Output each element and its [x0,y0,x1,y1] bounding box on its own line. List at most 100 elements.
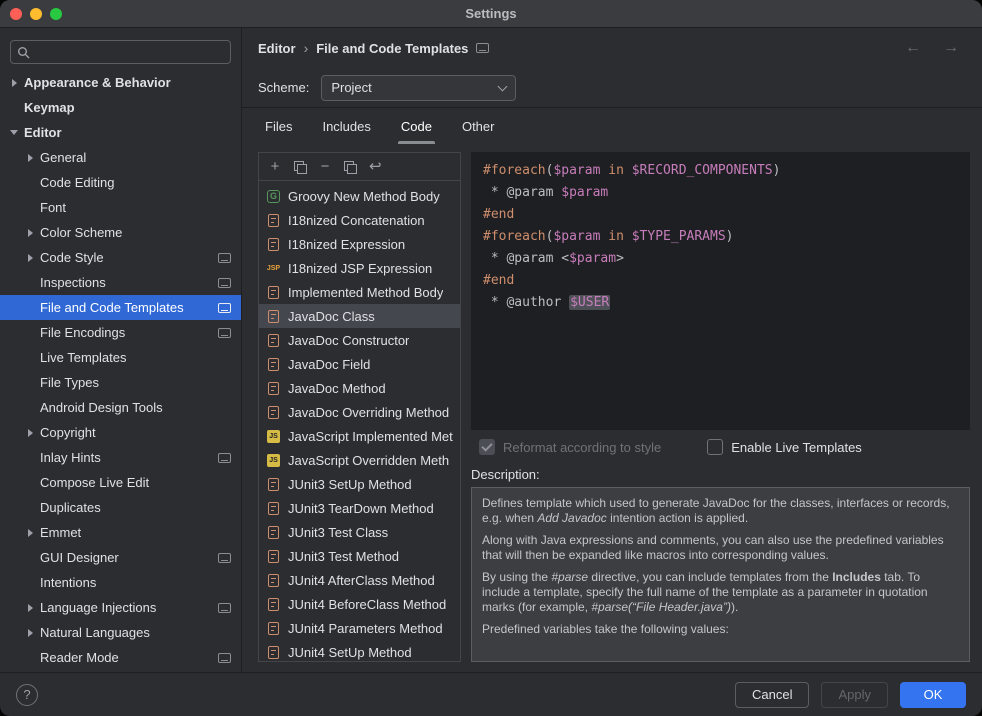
template-item-junit3-test-method[interactable]: JUnit3 Test Method [259,544,460,568]
description-body[interactable]: Defines template which used to generate … [471,487,970,662]
template-item-junit4-beforeclass-method[interactable]: JUnit4 BeforeClass Method [259,592,460,616]
template-item-javadoc-method[interactable]: JavaDoc Method [259,376,460,400]
reset-template-icon[interactable]: ↩ [369,159,382,174]
template-list-panel: + − ↩ GGroovy New Method Body I18nized Conc… [258,152,461,662]
template-item-i18nized-jsp-expression[interactable]: JSPI18nized JSP Expression [259,256,460,280]
template-item-label: I18nized Concatenation [288,213,425,228]
sidebar-item-keymap[interactable]: Keymap [0,95,241,120]
sidebar-item-gui-designer[interactable]: GUI Designer [0,545,241,570]
sidebar-item-language-injections[interactable]: Language Injections [0,595,241,620]
sidebar-item-emmet[interactable]: Emmet [0,520,241,545]
sidebar-item-live-templates[interactable]: Live Templates [0,345,241,370]
sidebar-item-code-editing[interactable]: Code Editing [0,170,241,195]
live-templates-option[interactable]: Enable Live Templates [707,439,862,455]
close-window-button[interactable] [10,8,22,20]
sidebar-item-label: Inspections [40,275,106,290]
template-item-label: JUnit4 SetUp Method [288,645,412,660]
minimize-window-button[interactable] [30,8,42,20]
sidebar-item-copyright[interactable]: Copyright [0,420,241,445]
sidebar-item-general[interactable]: General [0,145,241,170]
template-item-junit3-setup-method[interactable]: JUnit3 SetUp Method [259,472,460,496]
duplicate-template-icon[interactable] [344,161,356,173]
sidebar-item-duplicates[interactable]: Duplicates [0,495,241,520]
zoom-window-button[interactable] [50,8,62,20]
add-template-icon[interactable]: + [269,159,281,174]
sidebar-item-reader-mode[interactable]: Reader Mode [0,645,241,670]
sidebar-item-file-types[interactable]: File Types [0,370,241,395]
template-item-implemented-method-body[interactable]: Implemented Method Body [259,280,460,304]
template-item-junit4-parameters-method[interactable]: JUnit4 Parameters Method [259,616,460,640]
apply-button[interactable]: Apply [821,682,888,708]
sidebar-item-code-style[interactable]: Code Style [0,245,241,270]
template-item-label: JUnit3 Test Class [288,525,388,540]
template-list: GGroovy New Method Body I18nized Concaten… [259,181,460,661]
template-file-icon [266,405,281,419]
chevron-down-icon[interactable] [10,130,18,135]
template-item-groovy-new-method-body[interactable]: GGroovy New Method Body [259,184,460,208]
sidebar-item-inlay-hints[interactable]: Inlay Hints [0,445,241,470]
search-box[interactable] [10,40,231,64]
settings-window: Settings Appearance & BehaviorKeymapEdit… [0,0,982,716]
template-file-icon [266,621,281,635]
tab-files[interactable]: Files [252,108,305,144]
tab-includes[interactable]: Includes [309,108,383,144]
window-title: Settings [0,6,982,21]
template-item-junit4-setup-method[interactable]: JUnit4 SetUp Method [259,640,460,661]
ok-button[interactable]: OK [900,682,966,708]
template-item-javascript-overridden-meth[interactable]: JSJavaScript Overridden Meth [259,448,460,472]
reformat-checkbox[interactable] [479,439,495,455]
breadcrumb-current: File and Code Templates [316,41,468,56]
chevron-right-icon[interactable] [28,154,33,162]
template-item-javadoc-class[interactable]: JavaDoc Class [259,304,460,328]
sidebar-item-intentions[interactable]: Intentions [0,570,241,595]
template-file-icon [266,573,281,587]
jsp-file-icon: JSP [266,261,281,275]
remove-template-icon[interactable]: − [319,159,331,174]
template-item-junit3-teardown-method[interactable]: JUnit3 TearDown Method [259,496,460,520]
template-item-label: JUnit3 Test Method [288,549,399,564]
template-item-i18nized-concatenation[interactable]: I18nized Concatenation [259,208,460,232]
template-item-javascript-implemented-met[interactable]: JSJavaScript Implemented Met [259,424,460,448]
tab-other[interactable]: Other [449,108,508,144]
sidebar-item-label: Intentions [40,575,96,590]
sidebar-item-color-scheme[interactable]: Color Scheme [0,220,241,245]
chevron-right-icon[interactable] [28,629,33,637]
template-item-javadoc-constructor[interactable]: JavaDoc Constructor [259,328,460,352]
sidebar-item-font[interactable]: Font [0,195,241,220]
sidebar-item-natural-languages[interactable]: Natural Languages [0,620,241,645]
sidebar-item-label: Language Injections [40,600,156,615]
chevron-right-icon[interactable] [28,529,33,537]
search-input[interactable] [35,45,224,60]
chevron-right-icon[interactable] [28,604,33,612]
cancel-button[interactable]: Cancel [735,682,809,708]
reformat-option[interactable]: Reformat according to style [479,439,661,455]
chevron-right-icon[interactable] [12,79,17,87]
sidebar-item-compose-live-edit[interactable]: Compose Live Edit [0,470,241,495]
monitor-icon [218,303,231,313]
sidebar-item-editor[interactable]: Editor [0,120,241,145]
chevron-right-icon[interactable] [28,254,33,262]
forward-arrow-icon[interactable]: → [936,39,966,57]
template-file-icon [266,285,281,299]
help-button[interactable]: ? [16,684,38,706]
template-item-junit3-test-class[interactable]: JUnit3 Test Class [259,520,460,544]
back-arrow-icon[interactable]: ← [898,39,928,57]
template-item-javadoc-field[interactable]: JavaDoc Field [259,352,460,376]
live-templates-checkbox[interactable] [707,439,723,455]
scheme-select[interactable]: Project [321,75,516,101]
breadcrumb-editor[interactable]: Editor [258,41,296,56]
sidebar-item-android-design-tools[interactable]: Android Design Tools [0,395,241,420]
sidebar-item-file-and-code-templates[interactable]: File and Code Templates [0,295,241,320]
tab-code[interactable]: Code [388,108,445,144]
chevron-right-icon[interactable] [28,229,33,237]
template-editor[interactable]: #foreach($param in $RECORD_COMPONENTS) *… [471,152,970,430]
sidebar-item-inspections[interactable]: Inspections [0,270,241,295]
monitor-icon [218,328,231,338]
chevron-right-icon[interactable] [28,429,33,437]
sidebar-item-file-encodings[interactable]: File Encodings [0,320,241,345]
template-item-i18nized-expression[interactable]: I18nized Expression [259,232,460,256]
template-item-junit4-afterclass-method[interactable]: JUnit4 AfterClass Method [259,568,460,592]
copy-template-icon[interactable] [294,161,306,173]
template-item-javadoc-overriding-method[interactable]: JavaDoc Overriding Method [259,400,460,424]
sidebar-item-appearance-behavior[interactable]: Appearance & Behavior [0,70,241,95]
